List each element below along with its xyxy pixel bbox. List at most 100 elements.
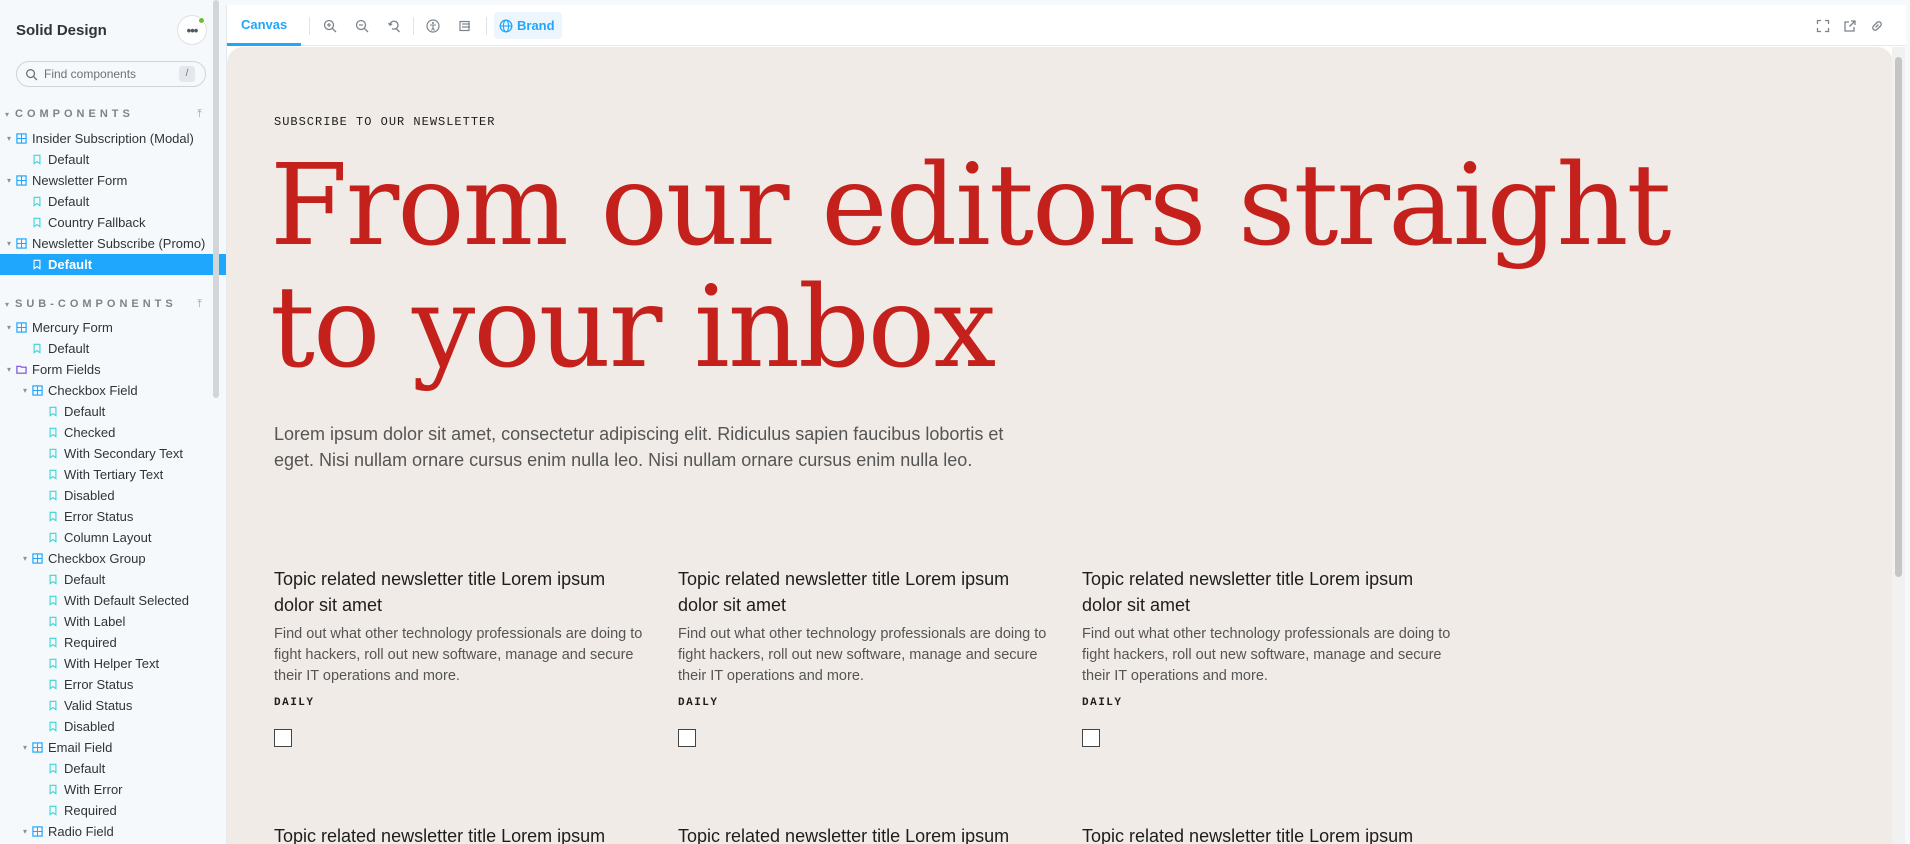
newsletter-card: Topic related newsletter title Lorem ips… [1082, 823, 1452, 844]
bookmark-icon [46, 699, 60, 713]
chevron-down-icon: ▾ [6, 365, 11, 374]
tree-story-item[interactable]: With Default Selected [0, 590, 226, 611]
copy-link-icon[interactable] [1868, 17, 1886, 35]
tree-component-item[interactable]: ▾ Newsletter Form [0, 170, 226, 191]
chevron-down-icon: ▾ [22, 386, 27, 395]
section-sub-components[interactable]: ▾ SUB-COMPONENTS ⤒ [0, 294, 210, 314]
bookmark-icon [46, 762, 60, 776]
newsletter-frequency: DAILY [1082, 697, 1123, 709]
newsletter-frequency: DAILY [274, 697, 315, 709]
tree-component-item[interactable]: ▾ Checkbox Field [0, 380, 226, 401]
tree-story-item[interactable]: Default [0, 758, 226, 779]
tree-story-item[interactable]: With Secondary Text [0, 443, 226, 464]
tab-canvas[interactable]: Canvas [227, 5, 302, 46]
zoom-in-icon[interactable] [321, 17, 339, 35]
search-input[interactable] [44, 67, 174, 81]
tree-story-item[interactable]: With Tertiary Text [0, 464, 226, 485]
bookmark-icon [46, 636, 60, 650]
tree-component-item[interactable]: ▾ Checkbox Group [0, 548, 226, 569]
tree-component-item[interactable]: ▾ Radio Field [0, 821, 226, 842]
tree-component-item[interactable]: ▾ Mercury Form [0, 317, 226, 338]
zoom-reset-icon[interactable] [385, 17, 403, 35]
bookmark-icon [46, 426, 60, 440]
tree-story-item[interactable]: With Label [0, 611, 226, 632]
brand-title: Solid Design [16, 21, 107, 39]
collapse-all-icon[interactable]: ⤒ [197, 298, 202, 311]
tree-folder-item[interactable]: ▾ Form Fields [0, 359, 226, 380]
tree-story-item[interactable]: Default [0, 191, 226, 212]
bookmark-icon [30, 342, 44, 356]
measure-icon[interactable] [456, 17, 474, 35]
bookmark-icon [46, 678, 60, 692]
newsletter-card: Topic related newsletter title Lorem ips… [1082, 566, 1452, 747]
tree-story-item[interactable]: Required [0, 632, 226, 653]
tree-story-item[interactable]: Checked [0, 422, 226, 443]
tree-story-item[interactable]: Disabled [0, 716, 226, 737]
bookmark-icon [46, 783, 60, 797]
bookmark-icon [30, 195, 44, 209]
bookmark-icon [30, 258, 44, 272]
tree-story-item[interactable]: Disabled [0, 485, 226, 506]
tree-item-label: Form Fields [32, 362, 101, 377]
story-canvas: SUBSCRIBE TO OUR NEWSLETTER From our edi… [227, 47, 1893, 844]
tree-item-label: Checked [64, 425, 116, 440]
canvas-scrollbar[interactable] [1892, 47, 1905, 844]
newsletter-card: Topic related newsletter title Lorem ips… [274, 566, 644, 747]
component-icon [30, 384, 44, 398]
tree-item-label: With Helper Text [64, 656, 160, 671]
tree-story-item[interactable]: Default [0, 401, 226, 422]
scrollbar-thumb[interactable] [1895, 57, 1902, 577]
newsletter-checkbox[interactable] [678, 729, 696, 747]
tree-story-item[interactable]: With Helper Text [0, 653, 226, 674]
collapse-all-icon[interactable]: ⤒ [197, 108, 202, 121]
tree-item-label: Required [64, 803, 117, 818]
tree-story-item[interactable]: Valid Status [0, 695, 226, 716]
eyebrow-text: SUBSCRIBE TO OUR NEWSLETTER [274, 115, 496, 129]
open-new-tab-icon[interactable] [1841, 17, 1859, 35]
tree-item-label: With Label [64, 614, 126, 629]
search-box: / [16, 61, 206, 87]
tree-component-item[interactable]: ▾ Insider Subscription (Modal) [0, 128, 226, 149]
newsletter-frequency: DAILY [678, 697, 719, 709]
tree-item-label: Mercury Form [32, 320, 113, 335]
headline-line: to your inbox [270, 263, 996, 393]
tree-story-item[interactable]: With Error [0, 779, 226, 800]
tree-story-item[interactable]: Error Status [0, 674, 226, 695]
toolbar-divider [309, 17, 310, 35]
bookmark-icon [30, 153, 44, 167]
tree-story-item[interactable]: Default [0, 254, 226, 275]
newsletter-checkbox[interactable] [1082, 729, 1100, 747]
tree-component-item[interactable]: ▾ Newsletter Subscribe (Promo) [0, 233, 226, 254]
tree-item-label: Email Field [48, 740, 113, 755]
bookmark-icon [46, 657, 60, 671]
tree-story-item[interactable]: Required [0, 800, 226, 821]
newsletter-card: Topic related newsletter title Lorem ips… [678, 823, 1048, 844]
tree-item-label: Disabled [64, 488, 115, 503]
section-components[interactable]: ▾ COMPONENTS ⤒ [0, 104, 210, 124]
tree-item-label: Error Status [64, 677, 134, 692]
tree-story-item[interactable]: Error Status [0, 506, 226, 527]
component-icon [30, 825, 44, 839]
tree-item-label: Error Status [64, 509, 134, 524]
tree-story-item[interactable]: Default [0, 338, 226, 359]
bookmark-icon [46, 615, 60, 629]
newsletter-title: Topic related newsletter title Lorem ips… [1082, 569, 1414, 615]
fullscreen-icon[interactable] [1814, 17, 1832, 35]
ellipsis-icon: ••• [186, 22, 199, 38]
tree-item-label: Radio Field [48, 824, 114, 839]
tree-item-label: Default [48, 341, 90, 356]
newsletter-title: Topic related newsletter title Lorem ips… [274, 826, 606, 844]
tree-component-item[interactable]: ▾ Email Field [0, 737, 226, 758]
zoom-out-icon[interactable] [353, 17, 371, 35]
tree-story-item[interactable]: Country Fallback [0, 212, 226, 233]
tree-story-item[interactable]: Column Layout [0, 527, 226, 548]
sidebar-scrollbar[interactable] [213, 0, 219, 398]
tree-item-label: Default [64, 404, 106, 419]
brand-button[interactable]: Brand [494, 12, 562, 39]
component-icon [14, 174, 28, 188]
tree-story-item[interactable]: Default [0, 569, 226, 590]
accessibility-icon[interactable] [424, 17, 442, 35]
newsletter-checkbox[interactable] [274, 729, 292, 747]
tree-story-item[interactable]: Default [0, 149, 226, 170]
sidebar-menu-button[interactable]: ••• [178, 16, 206, 44]
